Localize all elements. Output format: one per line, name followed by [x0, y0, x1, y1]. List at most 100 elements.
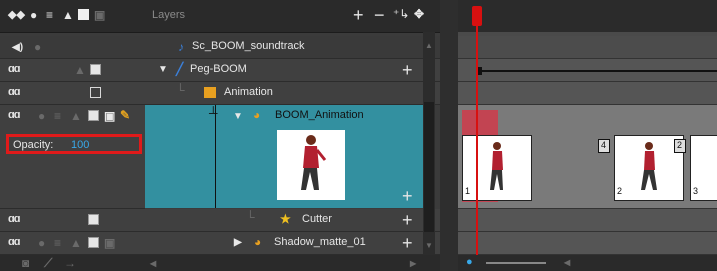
timeline-zoom-bar: ● ◀	[458, 255, 717, 271]
add-layer-plus-icon[interactable]: +	[402, 61, 413, 79]
database-icon[interactable]: ≡	[54, 237, 61, 249]
bottom-toolbar: ◙ ⟋ → ◀ ▶	[0, 255, 440, 271]
opacity-value-field[interactable]: 100	[71, 139, 89, 151]
keyframe-marker[interactable]	[478, 67, 482, 75]
pencil-icon[interactable]: ✎	[120, 109, 130, 121]
tree-line	[215, 105, 216, 208]
visibility-icon[interactable]: ɑɑ	[8, 86, 20, 98]
frame-thumbnail-3[interactable]: 3	[690, 135, 717, 201]
collapse-icon[interactable]: ▣	[104, 237, 115, 249]
visibility-icon[interactable]: ɑɑ	[8, 109, 20, 121]
color-swatch[interactable]	[88, 237, 99, 248]
expand-arrow-icon[interactable]: ▼	[158, 64, 168, 76]
visibility-icon[interactable]: ɑɑ	[8, 213, 20, 225]
animate-mode-icon[interactable]: ◆◆	[8, 9, 25, 21]
zoom-handle-icon[interactable]: ●	[466, 256, 473, 268]
timeline-row-peg[interactable]	[458, 59, 717, 82]
onion-skin-icon[interactable]: ●	[34, 41, 41, 53]
zoom-slider-track[interactable]	[486, 262, 546, 264]
color-swatch[interactable]	[90, 87, 101, 98]
playhead-line	[476, 8, 478, 271]
layer-row-shadow-matte[interactable]: ɑɑ ● ≡ ▲ ▣ ▶ ◕ Shadow_matte_01 +	[0, 232, 440, 255]
frame-number: 2	[617, 186, 623, 196]
frame-thumbnail-1[interactable]: 1	[462, 135, 532, 201]
timeline-row-cutter[interactable]	[458, 209, 717, 232]
frame-number: 1	[465, 186, 471, 196]
layer-name: Peg-BOOM	[190, 63, 247, 75]
speaker-icon[interactable]: ◀)	[12, 42, 23, 54]
group-icon	[204, 87, 216, 98]
peg-icon: ╱	[176, 62, 184, 76]
lock-icon[interactable]: ▲	[70, 110, 82, 122]
opacity-label: Opacity:	[13, 139, 54, 151]
database-icon[interactable]: ≡	[54, 110, 61, 122]
arrow-right-icon[interactable]: →	[64, 257, 76, 269]
collapse-icon[interactable]: ▣	[94, 9, 105, 21]
color-swatch-icon[interactable]	[78, 9, 89, 20]
layer-name: Animation	[224, 86, 273, 98]
add-layer-icon[interactable]: +	[353, 6, 364, 24]
add-layer-plus-icon[interactable]: +	[402, 234, 413, 252]
peg-hold-line	[480, 70, 717, 72]
color-swatch[interactable]	[88, 110, 99, 121]
scroll-up-icon[interactable]: ▲	[425, 40, 433, 52]
scroll-right-icon[interactable]: ▶	[410, 258, 416, 270]
timeline-row-animation[interactable]	[458, 82, 717, 105]
tree-connector: ┴	[209, 106, 218, 120]
collapse-icon[interactable]: ▣	[104, 110, 115, 122]
hold-marker: 2	[674, 139, 686, 153]
layer-row-boom-left[interactable]: ɑɑ ● ≡ ▲ ▣ ✎ Opacity: 100	[0, 105, 145, 209]
layer-name: Shadow_matte_01	[274, 236, 366, 248]
layer-row-peg[interactable]: ɑɑ ▲ ▼ ╱ Peg-BOOM +	[0, 59, 440, 82]
expand-arrow-icon[interactable]: ▼	[233, 111, 243, 123]
lock-icon[interactable]: ▲	[74, 64, 86, 76]
add-peg-icon[interactable]: ⁺↳	[393, 8, 409, 20]
frame-number: 3	[693, 186, 699, 196]
hold-marker: 4	[598, 139, 610, 153]
playhead-handle[interactable]	[472, 6, 482, 26]
layer-row-boom-selected[interactable]: ┴ ▼ ◕ BOOM_Animation +	[145, 105, 423, 208]
color-swatch[interactable]	[90, 64, 101, 75]
drawing-layer-icon: ◕	[253, 108, 261, 122]
sound-layer-icon: ♪	[178, 40, 184, 54]
add-effect-icon[interactable]: ✥	[414, 8, 424, 20]
visibility-icon[interactable]: ɑɑ	[8, 236, 20, 248]
delete-layer-icon[interactable]: −	[374, 6, 385, 24]
panel-title: Layers	[152, 9, 186, 21]
onion-skin-icon[interactable]: ●	[30, 9, 37, 21]
drawing-layer-icon: ◕	[254, 235, 262, 249]
onion-skin-icon[interactable]: ●	[38, 110, 45, 122]
add-layer-plus-icon[interactable]: +	[402, 211, 413, 229]
drawing-thumbnail	[277, 130, 345, 200]
expand-arrow-icon[interactable]: ▶	[234, 237, 242, 249]
color-swatch[interactable]	[88, 214, 99, 225]
scroll-thumb[interactable]	[424, 102, 434, 232]
tree-connector: └	[246, 210, 255, 224]
layer-name: Cutter	[302, 213, 332, 225]
slope-icon[interactable]: ⟋	[44, 257, 52, 269]
visibility-icon[interactable]: ɑɑ	[8, 63, 20, 75]
scroll-left-icon[interactable]: ◀	[150, 258, 156, 270]
timeline-row-soundtrack[interactable]	[458, 36, 717, 59]
panel-divider[interactable]	[440, 0, 458, 271]
timeline-row-boom[interactable]: 1 4 2 2 3	[458, 105, 717, 209]
layer-row-cutter[interactable]: ɑɑ └ ★ Cutter +	[0, 209, 440, 232]
layer-name: Sc_BOOM_soundtrack	[192, 40, 305, 52]
scroll-left-icon[interactable]: ◀	[564, 257, 570, 269]
lock-icon[interactable]: ▲	[62, 9, 74, 21]
onion-skin-icon[interactable]: ●	[38, 237, 45, 249]
layer-name: BOOM_Animation	[275, 109, 364, 121]
lock-icon[interactable]: ▲	[70, 237, 82, 249]
cutter-star-icon: ★	[280, 212, 291, 226]
layer-row-animation-group[interactable]: ɑɑ └ Animation	[0, 82, 440, 105]
camera-icon[interactable]: ◙	[22, 257, 29, 269]
timeline-row-shadow-matte[interactable]	[458, 232, 717, 255]
character-thumbnail-icon	[301, 135, 327, 190]
layers-scrollbar[interactable]: ▲ ▼	[423, 32, 435, 258]
layers-header: ◆◆ ● ≡ ▲ ▣ Layers + − ⁺↳ ✥	[0, 0, 440, 33]
add-layer-plus-icon[interactable]: +	[402, 187, 413, 205]
timeline-panel[interactable]: 1 4 2 2 3	[458, 32, 717, 271]
layer-row-soundtrack[interactable]: ◀) ● ♪ Sc_BOOM_soundtrack	[0, 36, 440, 59]
database-icon[interactable]: ≡	[46, 9, 53, 21]
scroll-down-icon[interactable]: ▼	[425, 240, 433, 252]
